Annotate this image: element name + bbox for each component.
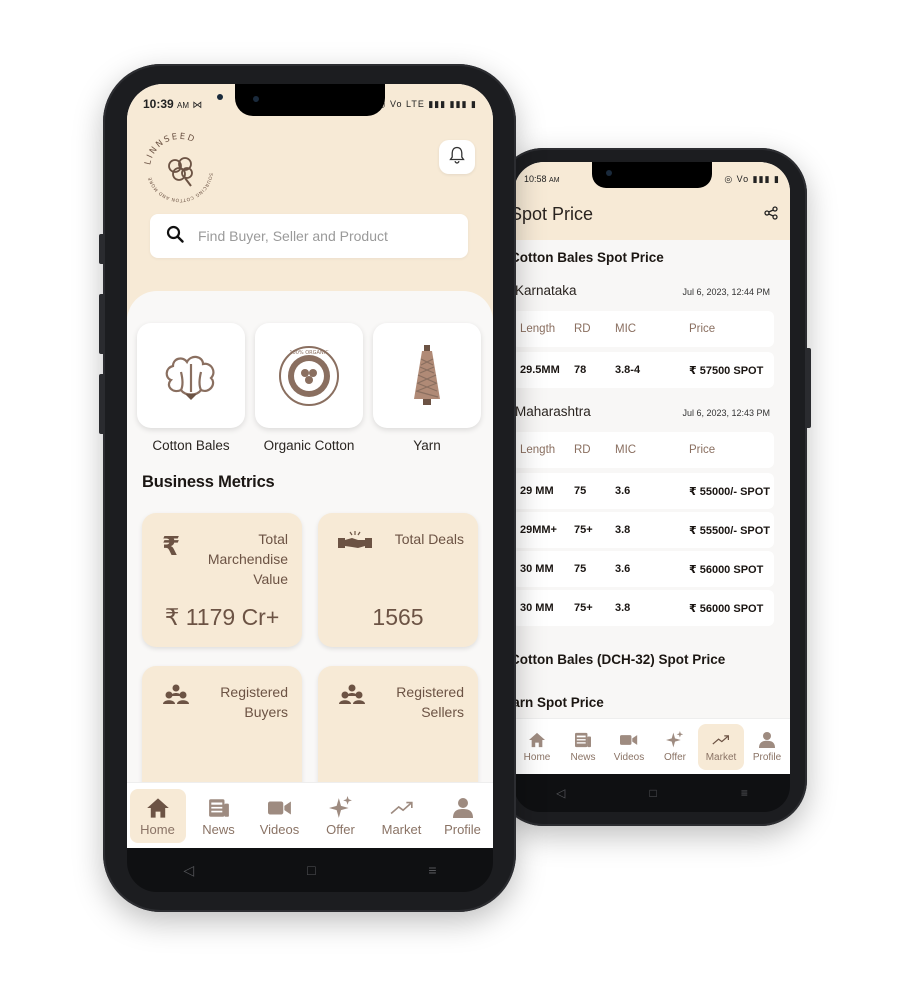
category-row: Cotton Bales 100% ORGANIC Organic Cotton <box>137 323 481 453</box>
tab-market[interactable]: Market <box>374 789 430 843</box>
tab-profile[interactable]: Profile <box>744 724 790 770</box>
video-icon <box>620 730 638 750</box>
status-time: 10:58 AM <box>524 174 560 184</box>
table-row: 30 MM 75+ 3.8 ₹ 56000 SPOT <box>514 590 774 626</box>
category-card[interactable]: 100% ORGANIC <box>255 323 363 428</box>
metric-card-marchendise-value[interactable]: ₹ Total Marchendise Value ₹ 1179 Cr+ <box>142 513 302 647</box>
table-row: 29 MM 75 3.6 ₹ 55000/- SPOT <box>514 473 774 509</box>
volume-button <box>99 294 105 354</box>
yarn-cone-icon <box>414 344 440 405</box>
metric-card-total-deals[interactable]: Total Deals 1565 <box>318 513 478 647</box>
svg-text:SOURCING COTTON AND MORE: SOURCING COTTON AND MORE <box>147 172 214 203</box>
system-nav-bar: ◁ □ ≡ <box>514 774 790 812</box>
tab-news[interactable]: News <box>191 789 247 843</box>
back-nav-icon[interactable]: ◁ <box>556 786 565 800</box>
home-icon <box>146 796 170 820</box>
metric-label: Total Marchendise Value <box>207 531 288 587</box>
section-title-yarn[interactable]: Yarn Spot Price <box>514 695 604 710</box>
region-name: Maharashtra <box>515 404 591 419</box>
tab-profile[interactable]: Profile <box>435 789 491 843</box>
section-title-cotton-bales[interactable]: Cotton Bales Spot Price <box>514 250 664 265</box>
trend-icon <box>712 730 730 750</box>
section-title-dch32[interactable]: Cotton Bales (DCH-32) Spot Price <box>514 652 725 667</box>
region-timestamp: Jul 6, 2023, 12:43 PM <box>682 408 770 418</box>
table-row: 29MM+ 75+ 3.8 ₹ 55500/- SPOT <box>514 512 774 548</box>
metric-label: Registered Sellers <box>396 684 464 720</box>
table-header: Length RD MIC Price <box>514 432 774 468</box>
home-phone-mockup: 10:39 AM ⋈ ◎ Vo LTE ▮▮▮ ▮▮▮ ▮ LINNSEED S… <box>99 64 516 912</box>
page-title: Spot Price <box>514 204 594 224</box>
category-organic-cotton[interactable]: 100% ORGANIC Organic Cotton <box>255 323 363 453</box>
table-header: Length RD MIC Price <box>514 311 774 347</box>
svg-text:100% ORGANIC: 100% ORGANIC <box>289 350 329 356</box>
home-icon <box>528 730 546 750</box>
region-name: Karnataka <box>515 283 577 298</box>
table-row: 29.5MM 78 3.8-4 ₹ 57500 SPOT <box>514 352 774 388</box>
search-input[interactable] <box>198 228 438 244</box>
volume-button <box>99 234 105 264</box>
person-icon <box>759 730 775 750</box>
tab-home[interactable]: Home <box>514 724 560 770</box>
linnseed-logo[interactable]: LINNSEED SOURCING COTTON AND MORE <box>141 130 219 208</box>
menu-nav-icon[interactable]: ≡ <box>741 786 748 800</box>
home-screen: 10:39 AM ⋈ ◎ Vo LTE ▮▮▮ ▮▮▮ ▮ LINNSEED S… <box>127 84 493 848</box>
category-card[interactable] <box>137 323 245 428</box>
metric-label: Registered Buyers <box>220 684 288 720</box>
category-card[interactable] <box>373 323 481 428</box>
organic-cotton-badge-icon: 100% ORGANIC <box>279 345 339 406</box>
spot-price-screen: 10:58 AM ◎ Vo ▮▮▮ ▮ Spot Price Cotton Ba… <box>514 162 790 774</box>
tab-home[interactable]: Home <box>129 789 186 843</box>
cotton-boll-icon <box>165 355 215 400</box>
metric-value: 1565 <box>372 604 424 630</box>
back-nav-icon[interactable]: ◁ <box>183 862 194 879</box>
home-content: Cotton Bales 100% ORGANIC Organic Cotton <box>127 291 493 811</box>
metric-value: ₹ 1179 Cr+ <box>164 604 280 630</box>
category-yarn[interactable]: Yarn <box>373 323 481 453</box>
table-row: 30 MM 75 3.6 ₹ 56000 SPOT <box>514 551 774 587</box>
news-icon <box>574 730 592 750</box>
tab-news[interactable]: News <box>560 724 606 770</box>
bell-icon <box>449 146 465 169</box>
metric-label: Total Deals <box>394 531 464 547</box>
person-icon <box>452 796 473 820</box>
tab-market[interactable]: Market <box>698 723 744 770</box>
search-bar[interactable] <box>150 214 468 258</box>
power-button <box>805 348 811 428</box>
trend-icon <box>390 796 414 820</box>
video-icon <box>267 796 292 820</box>
search-icon <box>166 225 184 248</box>
category-cotton-bales[interactable]: Cotton Bales <box>137 323 245 453</box>
system-nav-bar: ◁ □ ≡ <box>127 848 493 892</box>
region-timestamp: Jul 6, 2023, 12:44 PM <box>682 287 770 297</box>
camera-notch <box>592 162 712 188</box>
bottom-tab-bar: Home News Videos Offer Market Profile <box>514 718 790 774</box>
tab-offer[interactable]: Offer <box>313 789 369 843</box>
sparkle-icon <box>666 730 684 750</box>
home-nav-icon[interactable]: □ <box>649 786 656 800</box>
signal-icons: ◎ Vo ▮▮▮ ▮ <box>724 173 780 184</box>
tab-videos[interactable]: Videos <box>252 789 308 843</box>
volume-button <box>99 374 105 434</box>
tab-offer[interactable]: Offer <box>652 724 698 770</box>
section-title-business-metrics: Business Metrics <box>142 473 275 491</box>
bottom-tab-bar: Home News Videos Offer Market Profile <box>127 782 493 848</box>
tab-videos[interactable]: Videos <box>606 724 652 770</box>
news-icon <box>208 796 230 820</box>
market-phone-mockup: 10:58 AM ◎ Vo ▮▮▮ ▮ Spot Price Cotton Ba… <box>497 148 811 826</box>
category-label: Organic Cotton <box>263 438 355 453</box>
share-icon[interactable] <box>764 206 778 225</box>
signal-icons: ◎ Vo LTE ▮▮▮ ▮▮▮ ▮ <box>378 98 477 109</box>
status-time: 10:39 AM ⋈ <box>143 97 203 111</box>
category-label: Cotton Bales <box>152 438 230 453</box>
menu-nav-icon[interactable]: ≡ <box>428 862 436 878</box>
home-nav-icon[interactable]: □ <box>307 862 315 878</box>
sparkle-icon <box>328 795 353 820</box>
notification-button[interactable] <box>439 140 475 174</box>
category-label: Yarn <box>413 438 441 453</box>
